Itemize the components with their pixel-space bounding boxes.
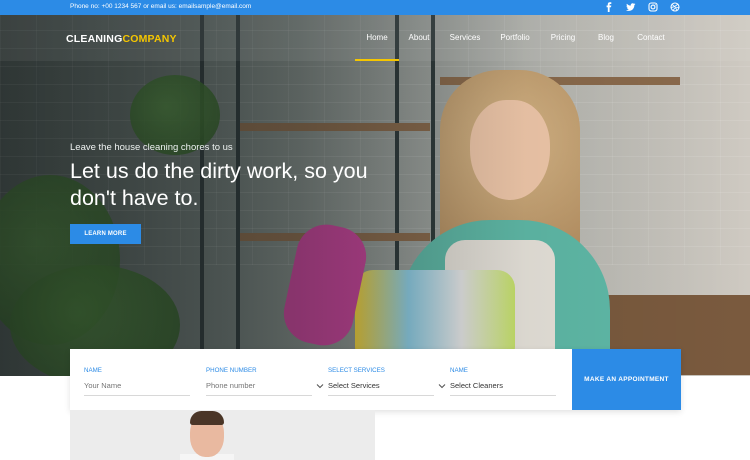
cleaners-select[interactable]: Select Cleaners: [450, 381, 556, 396]
nav-item-blog[interactable]: Blog: [587, 33, 625, 61]
hero-headline: Let us do the dirty work, so you don't h…: [70, 159, 368, 210]
nav-link-portfolio[interactable]: Portfolio: [491, 33, 539, 42]
main-navbar: CLEANINGCOMPANY Home About Services Port…: [0, 15, 750, 61]
learn-more-button[interactable]: LEARN MORE: [70, 224, 141, 244]
chevron-down-icon[interactable]: [316, 382, 324, 392]
twitter-icon[interactable]: [626, 2, 636, 12]
nav-link-contact[interactable]: Contact: [625, 33, 677, 42]
nav-link-blog[interactable]: Blog: [587, 33, 625, 42]
cleaners-label: NAME: [450, 367, 468, 374]
nav-item-pricing[interactable]: Pricing: [539, 33, 587, 61]
chevron-down-icon[interactable]: [438, 382, 446, 392]
logo-text-accent: COMPANY: [122, 33, 177, 45]
nav-link-services[interactable]: Services: [439, 33, 491, 42]
nav-link-pricing[interactable]: Pricing: [539, 33, 587, 42]
brand-logo[interactable]: CLEANINGCOMPANY: [66, 33, 177, 45]
select-services-label: SELECT SERVICES: [328, 367, 385, 374]
make-appointment-button[interactable]: MAKE AN APPOINTMENT: [572, 349, 681, 410]
contact-info: Phone no: +00 1234 567 or email us: emai…: [70, 3, 251, 10]
email-link[interactable]: emailsample@email.com: [179, 3, 252, 10]
phone-number-input[interactable]: [206, 381, 312, 396]
nav-item-services[interactable]: Services: [439, 33, 491, 61]
nav-item-contact[interactable]: Contact: [625, 33, 677, 61]
nav-item-portfolio[interactable]: Portfolio: [491, 33, 539, 61]
logo-text-primary: CLEANING: [66, 33, 123, 45]
nav-link-about[interactable]: About: [399, 33, 439, 42]
nav-item-home[interactable]: Home: [355, 33, 399, 61]
facebook-icon[interactable]: [604, 2, 614, 12]
phone-label: Phone no:: [70, 3, 102, 10]
photo-hair: [190, 411, 224, 425]
nav-item-about[interactable]: About: [399, 33, 439, 61]
dribbble-icon[interactable]: [670, 2, 680, 12]
hero-kicker: Leave the house cleaning chores to us: [70, 142, 233, 153]
nav-menu: Home About Services Portfolio Pricing Bl…: [355, 33, 677, 61]
name-input[interactable]: [84, 381, 190, 396]
team-member-photo: [70, 410, 375, 460]
email-label: or email us:: [141, 3, 179, 10]
social-links: [604, 2, 680, 12]
name-label: NAME: [84, 367, 102, 374]
phone-number-label: PHONE NUMBER: [206, 367, 257, 374]
phone-number[interactable]: +00 1234 567: [101, 3, 141, 10]
instagram-icon[interactable]: [648, 2, 658, 12]
nav-link-home[interactable]: Home: [355, 33, 399, 42]
top-contact-bar: Phone no: +00 1234 567 or email us: emai…: [0, 0, 750, 15]
appointment-form: NAME PHONE NUMBER SELECT SERVICES Select…: [70, 349, 681, 410]
services-select[interactable]: Select Services: [328, 381, 434, 396]
